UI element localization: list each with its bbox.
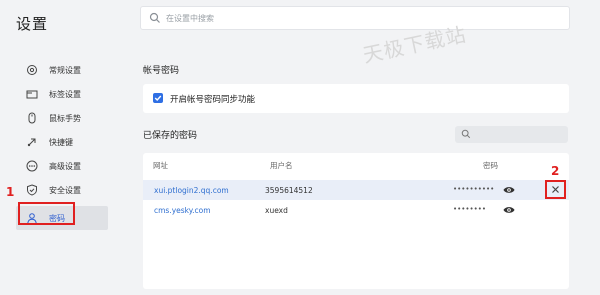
show-password-icon[interactable] [503,205,515,215]
row-site[interactable]: cms.yesky.com [154,206,211,215]
gear-icon [27,65,37,75]
sidebar-item-shortcuts[interactable]: 快捷键 [16,130,108,154]
shortcut-icon [27,138,36,147]
page-title: 设置 [16,15,49,33]
sidebar-item-label: 常规设置 [49,66,81,75]
password-search-input[interactable] [455,126,568,143]
mouse-icon [28,112,36,124]
row-username: 3595614512 [265,186,313,195]
row-password: •••••••• [453,205,487,213]
sidebar-item-mouse-gestures[interactable]: 鼠标手势 [16,106,108,130]
annotation-highlight-password-nav [18,202,75,225]
annotation-number-1: 1 [6,185,15,199]
saved-passwords-title: 已保存的密码 [143,131,198,141]
row-password: •••••••••• [453,185,495,193]
sidebar-item-label: 高级设置 [49,162,81,171]
more-icon [26,160,38,172]
column-header-username: 用户名 [270,161,293,170]
sync-card: 开启帐号密码同步功能 [143,84,569,113]
sidebar-item-label: 标签设置 [49,90,81,99]
sidebar-item-general[interactable]: 常规设置 [16,58,108,82]
table-row[interactable]: xui.ptlogin2.qq.com 3595614512 •••••••••… [143,180,569,200]
sidebar-item-label: 安全设置 [49,186,81,195]
sync-section-title: 帐号密码 [143,66,180,76]
sync-checkbox[interactable] [153,93,163,103]
row-site[interactable]: xui.ptlogin2.qq.com [154,186,229,195]
show-password-icon[interactable] [503,185,515,195]
sidebar-item-label: 快捷键 [49,138,73,147]
sidebar-item-tabs[interactable]: 标签设置 [16,82,108,106]
column-header-password: 密码 [483,161,498,170]
top-bar: 设置 在设置中搜索 [0,0,600,46]
sidebar-item-label: 鼠标手势 [49,114,81,123]
column-header-site: 网址 [153,161,168,170]
table-row[interactable]: cms.yesky.com xuexd •••••••• [143,200,569,220]
search-placeholder: 在设置中搜索 [166,14,214,23]
annotation-number-2: 2 [551,164,560,178]
tab-icon [26,90,38,99]
sidebar-item-security[interactable]: 安全设置 [16,178,108,202]
sync-checkbox-label[interactable]: 开启帐号密码同步功能 [170,93,255,105]
settings-search-input[interactable]: 在设置中搜索 [140,6,570,30]
search-icon [461,129,471,139]
annotation-highlight-delete [545,180,566,199]
check-icon [154,95,162,102]
saved-passwords-table: 网址 用户名 密码 xui.ptlogin2.qq.com 3595614512… [143,153,569,289]
shield-icon [27,184,37,196]
row-username: xuexd [265,206,288,215]
search-icon [149,12,160,23]
sidebar-item-advanced[interactable]: 高级设置 [16,154,108,178]
